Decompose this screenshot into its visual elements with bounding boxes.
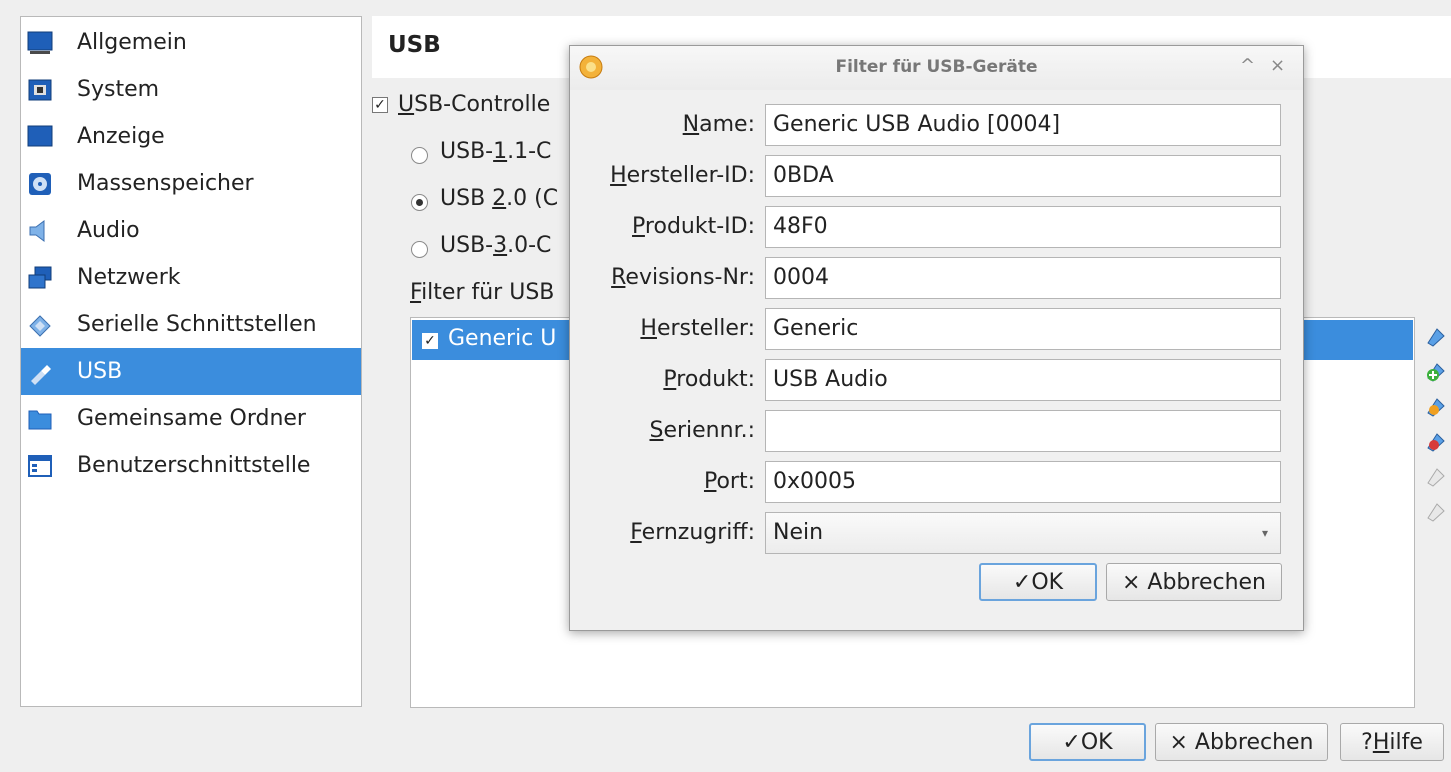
- revision-label: Revisions-Nr:: [611, 265, 755, 290]
- serial-label: Seriennr.:: [649, 418, 755, 443]
- usb30-radio[interactable]: [411, 241, 428, 258]
- help-button[interactable]: ? Hilfe: [1340, 723, 1444, 761]
- remove-filter-icon[interactable]: [1425, 431, 1447, 453]
- sidebar-item-system[interactable]: System: [21, 66, 361, 113]
- chevron-down-icon: ▾: [1261, 526, 1268, 540]
- port-field[interactable]: 0x0005: [765, 461, 1281, 503]
- dialog-ok-button[interactable]: ✓OK: [979, 563, 1097, 601]
- serial-ports-icon: [27, 312, 53, 338]
- usb20-radio[interactable]: [411, 194, 428, 211]
- move-down-icon[interactable]: [1425, 501, 1447, 523]
- sidebar-item-label: Allgemein: [77, 30, 187, 55]
- storage-icon: [27, 171, 53, 197]
- minimize-button[interactable]: ^: [1240, 55, 1255, 76]
- add-filter-icon[interactable]: [1425, 326, 1447, 348]
- vendor-id-field[interactable]: 0BDA: [765, 155, 1281, 197]
- usb11-radio[interactable]: [411, 147, 428, 164]
- sidebar-item-label: Serielle Schnittstellen: [77, 312, 317, 337]
- dialog-cancel-button[interactable]: × Abbrechen: [1106, 563, 1282, 601]
- shared-folders-icon: [27, 406, 53, 432]
- sidebar-item-label: USB: [77, 359, 123, 384]
- page-title: USB: [388, 32, 441, 58]
- user-interface-icon: [27, 453, 53, 479]
- sidebar-item-netzwerk[interactable]: Netzwerk: [21, 254, 361, 301]
- product-id-label: Produkt-ID:: [632, 214, 755, 239]
- product-id-field[interactable]: 48F0: [765, 206, 1281, 248]
- sidebar-item-label: Audio: [77, 218, 140, 243]
- port-label: Port:: [703, 469, 755, 494]
- move-up-icon[interactable]: [1425, 466, 1447, 488]
- serial-field[interactable]: [765, 410, 1281, 452]
- usb-controller-checkbox[interactable]: ✓: [372, 97, 388, 113]
- manufacturer-label: Hersteller:: [640, 316, 755, 341]
- sidebar-item-gemeinsame-ordner[interactable]: Gemeinsame Ordner: [21, 395, 361, 442]
- sidebar-item-serielle-schnittstellen[interactable]: Serielle Schnittstellen: [21, 301, 361, 348]
- usb30-label: USB-3.0-C: [440, 233, 552, 258]
- remote-select-value: Nein: [773, 520, 824, 545]
- sidebar-item-label: Anzeige: [77, 124, 165, 149]
- filter-enabled-checkbox[interactable]: ✓: [422, 333, 438, 349]
- remote-select[interactable]: Nein ▾: [765, 512, 1281, 554]
- sidebar-item-massenspeicher[interactable]: Massenspeicher: [21, 160, 361, 207]
- sidebar-item-label: Massenspeicher: [77, 171, 254, 196]
- close-button[interactable]: ×: [1270, 55, 1285, 76]
- name-label: Name:: [682, 112, 755, 137]
- sidebar-item-benutzerschnittstelle[interactable]: Benutzerschnittstelle: [21, 442, 361, 489]
- settings-category-list: Allgemein System Anzeige Massenspeicher …: [20, 16, 362, 707]
- usb-filter-dialog: Filter für USB-Geräte ^ × Name: Herstell…: [569, 45, 1304, 631]
- sidebar-item-label: Netzwerk: [77, 265, 181, 290]
- sidebar-item-usb[interactable]: USB: [21, 348, 361, 395]
- usb-controller-label: USB-Controlle: [398, 92, 551, 117]
- edit-filter-icon[interactable]: [1425, 396, 1447, 418]
- usb-icon: [27, 359, 53, 385]
- vendor-id-label: Hersteller-ID:: [610, 163, 755, 188]
- revision-field[interactable]: 0004: [765, 257, 1281, 299]
- sidebar-item-allgemein[interactable]: Allgemein: [21, 19, 361, 66]
- sidebar-item-anzeige[interactable]: Anzeige: [21, 113, 361, 160]
- usb11-label: USB-1.1-C: [440, 139, 552, 164]
- name-field[interactable]: Generic USB Audio [0004]: [765, 104, 1281, 146]
- usb20-label: USB 2.0 (C: [440, 186, 559, 211]
- sidebar-item-audio[interactable]: Audio: [21, 207, 361, 254]
- dialog-titlebar[interactable]: Filter für USB-Geräte ^ ×: [570, 46, 1303, 90]
- product-field[interactable]: USB Audio: [765, 359, 1281, 401]
- audio-icon: [27, 218, 53, 244]
- cancel-button[interactable]: × Abbrechen: [1155, 723, 1328, 761]
- general-icon: [27, 30, 53, 56]
- sidebar-item-label: Benutzerschnittstelle: [77, 453, 311, 478]
- dialog-title: Filter für USB-Geräte: [835, 57, 1038, 77]
- product-label: Produkt:: [663, 367, 755, 392]
- add-from-device-icon[interactable]: [1425, 361, 1447, 383]
- network-icon: [27, 265, 53, 291]
- sidebar-item-label: System: [77, 77, 160, 102]
- manufacturer-field[interactable]: Generic: [765, 308, 1281, 350]
- filter-item-label: Generic U: [448, 326, 557, 351]
- usb-filters-label: Filter für USB: [410, 280, 555, 305]
- ok-button[interactable]: ✓OK: [1029, 723, 1146, 761]
- display-icon: [27, 124, 53, 150]
- sidebar-item-label: Gemeinsame Ordner: [77, 406, 306, 431]
- system-icon: [27, 77, 53, 103]
- remote-label: Fernzugriff:: [630, 520, 755, 545]
